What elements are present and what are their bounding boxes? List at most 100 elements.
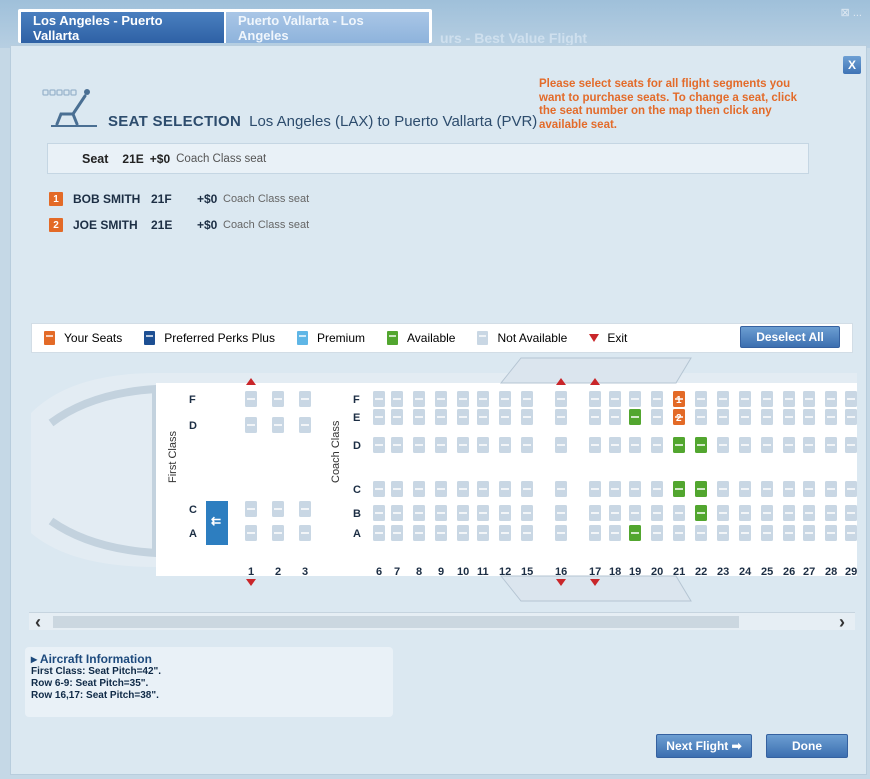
done-button[interactable]: Done <box>766 734 848 758</box>
seat-stripe <box>479 444 487 446</box>
seat-stripe <box>785 512 793 514</box>
passenger-name: BOB SMITH <box>73 192 141 206</box>
passenger-row[interactable]: 1 BOB SMITH 21F +$0 Coach Class seat <box>49 192 309 206</box>
seat-stripe <box>274 424 282 426</box>
seat-stripe <box>459 444 467 446</box>
preferred-perks-swatch-icon <box>144 331 156 345</box>
seat-stripe <box>697 532 705 534</box>
deselect-all-button[interactable]: Deselect All <box>740 326 840 348</box>
seat-selection-panel: X SEAT SELECTION Los Angeles (LAX) to Pue… <box>10 45 867 775</box>
scroll-right-icon[interactable]: › <box>839 612 845 633</box>
seat-stripe <box>274 532 282 534</box>
lavatory-arrow-icon: ⇇ <box>211 514 221 528</box>
seat-stripe <box>763 512 771 514</box>
seat-stripe <box>501 416 509 418</box>
passenger-row[interactable]: 2 JOE SMITH 21E +$0 Coach Class seat <box>49 218 309 232</box>
seat-label: Seat <box>82 151 109 166</box>
seat-map-canvas: First Class Coach ClassFDCA1 2 3⇇FEDCBA6 7 8 9… <box>31 357 857 602</box>
aircraft-information: ▸ Aircraft Information First Class: Seat… <box>25 647 393 717</box>
row-number: 24 <box>739 566 752 578</box>
scrollbar-thumb[interactable] <box>53 616 739 628</box>
seat-stripe <box>459 416 467 418</box>
tab-pvr-lax[interactable]: Puerto Vallarta - Los Angeles <box>226 12 429 43</box>
wing-top <box>499 357 692 384</box>
seat-stripe <box>247 398 255 400</box>
seat-stripe <box>301 532 309 534</box>
seat-stripe <box>479 416 487 418</box>
seat-stripe <box>631 398 639 400</box>
seat-stripe <box>501 488 509 490</box>
tab-lax-pvr[interactable]: Los Angeles - Puerto Vallarta <box>21 12 224 43</box>
seat-stripe <box>591 488 599 490</box>
legend-exit: Exit <box>589 331 627 345</box>
row-number: 29 <box>845 566 857 578</box>
row-number: 26 <box>783 566 795 578</box>
seat-stripe <box>805 416 813 418</box>
seat-stripe <box>763 532 771 534</box>
seat-stripe <box>741 398 749 400</box>
seat-stripe <box>393 444 401 446</box>
next-flight-button[interactable]: Next Flight ➡ <box>656 734 752 758</box>
legend-label: Premium <box>316 331 365 345</box>
seat-stripe <box>805 532 813 534</box>
row-number: 10 <box>457 566 469 578</box>
not-available-swatch-icon <box>477 331 489 345</box>
row-number: 16 <box>555 566 567 578</box>
seat-stripe <box>591 532 599 534</box>
legend-not-available: Not Available <box>477 331 567 345</box>
aircraft-info-line: First Class: Seat Pitch=42". <box>31 666 162 677</box>
seat-stripe <box>653 444 661 446</box>
seat-stripe <box>675 488 683 490</box>
passenger-price: +$0 <box>197 192 218 206</box>
close-button[interactable]: X <box>843 56 861 74</box>
seat-stripe <box>301 508 309 510</box>
seat-stripe <box>697 488 705 490</box>
seat-stripe <box>523 532 531 534</box>
seat-stripe <box>437 398 445 400</box>
seat-stripe <box>827 444 835 446</box>
seat-recline-icon <box>42 89 97 127</box>
seat-stripe <box>611 444 619 446</box>
row-number: 19 <box>629 566 641 578</box>
row-number: 27 <box>803 566 815 578</box>
current-seat-summary: Seat 21E +$0 Coach Class seat <box>47 143 809 174</box>
row-letter-E: E <box>353 412 360 424</box>
legend-label: Preferred Perks Plus <box>164 331 275 345</box>
seat-stripe <box>591 512 599 514</box>
seat-stripe <box>437 512 445 514</box>
seat-map-scrollbar[interactable]: ‹ › <box>29 612 855 633</box>
seat-stripe <box>719 444 727 446</box>
scroll-left-icon[interactable]: ‹ <box>35 612 41 633</box>
seat-stripe <box>741 416 749 418</box>
row-letter-C: C <box>189 504 197 516</box>
seat-legend: Your Seats Preferred Perks Plus Premium … <box>31 323 853 353</box>
seat-stripe <box>653 398 661 400</box>
seat-stripe <box>785 416 793 418</box>
row-letter-B: B <box>353 508 361 520</box>
next-flight-label: Next Flight <box>666 739 729 753</box>
seat-stripe <box>719 398 727 400</box>
seat-stripe <box>675 532 683 534</box>
seat-stripe <box>459 532 467 534</box>
coach-class-label: Coach Class <box>330 420 342 483</box>
seat-stripe <box>675 512 683 514</box>
row-letter-C: C <box>353 484 361 496</box>
first-class-label: First Class <box>167 431 179 483</box>
seat-stripe <box>697 444 705 446</box>
seat-stripe <box>437 416 445 418</box>
seat-stripe <box>523 488 531 490</box>
seat-stripe <box>827 532 835 534</box>
seat-map: First Class Coach Class F D C A 1 2 3 ⇇ F E D C B A 6 7 8 9… <box>31 353 857 609</box>
seat-stripe <box>675 444 683 446</box>
seat-stripe <box>479 398 487 400</box>
passenger-seat: 21E <box>151 218 173 232</box>
seat-stripe <box>611 488 619 490</box>
seat-stripe <box>375 532 383 534</box>
seat-stripe <box>805 488 813 490</box>
seat-price: +$0 <box>149 151 171 166</box>
seat-stripe <box>393 488 401 490</box>
aircraft-info-toggle[interactable]: ▸ Aircraft Information <box>31 653 387 665</box>
seat-stripe <box>523 398 531 400</box>
seat-stripe <box>393 532 401 534</box>
seat-stripe <box>557 488 565 490</box>
